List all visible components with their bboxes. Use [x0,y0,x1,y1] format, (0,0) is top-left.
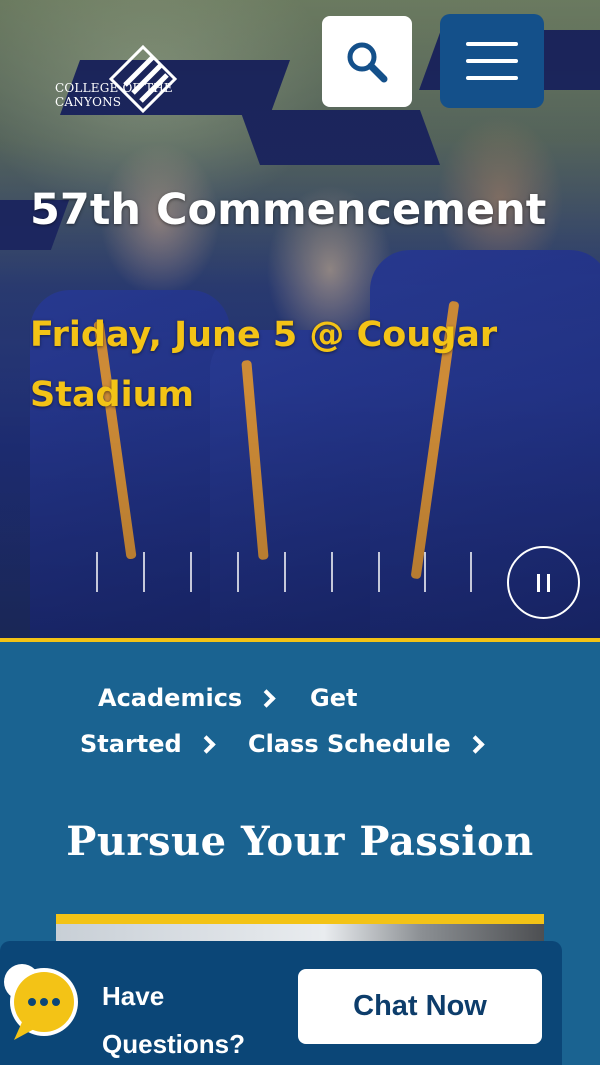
search-button[interactable] [322,16,412,107]
quick-link-academics[interactable]: Academics [98,684,276,712]
slideshow-pause-button[interactable] [507,546,580,619]
slide-indicator[interactable] [378,552,380,592]
chat-prompt: Have Questions? [102,972,245,1065]
hero-banner: COLLEGE OF THE CANYONS 57th Commencement… [0,0,600,640]
chevron-right-icon [197,734,216,754]
chat-bubble-svg [4,964,78,1040]
quick-link-label-line1: Get [310,684,358,712]
menu-button[interactable] [440,14,544,108]
slide-indicator[interactable] [424,552,426,592]
chat-prompt-line1: Have [102,981,165,1011]
hamburger-menu-icon-bar [466,76,518,80]
card-accent-bar [56,914,544,924]
hero-title[interactable]: 57th Commencement [30,180,570,240]
section-title: Pursue Your Passion [66,818,534,865]
college-logo-text: COLLEGE OF THE CANYONS [55,81,173,109]
quick-link-class-schedule[interactable]: Class Schedule [248,730,485,758]
hamburger-menu-icon [466,42,518,46]
pause-icon-bar [547,573,550,592]
slide-indicator[interactable] [237,552,239,592]
chevron-right-icon [257,688,276,708]
chat-bubble-icon[interactable] [0,960,82,1044]
slide-indicator[interactable] [284,552,286,592]
slide-indicator[interactable] [96,552,98,592]
chevron-right-icon [465,734,485,754]
quick-link-get-started-continued[interactable]: Started [80,730,216,758]
hamburger-menu-icon-bar [466,59,518,63]
slide-indicator[interactable] [190,552,192,592]
slide-indicator[interactable] [143,552,145,592]
chat-prompt-line2: Questions? [102,1029,246,1059]
quick-link-label-line2: Started [80,730,182,758]
slide-indicators [96,552,486,592]
hero-divider [0,638,600,642]
college-logo[interactable]: COLLEGE OF THE CANYONS [55,44,230,130]
slide-indicator[interactable] [331,552,333,592]
quick-link-get-started[interactable]: Get [310,684,357,712]
quick-link-label: Class Schedule [248,730,451,758]
slide-indicator[interactable] [470,552,472,592]
search-icon [347,42,388,82]
quick-link-label: Academics [98,684,243,712]
hero-subtitle: Friday, June 5 @ Cougar Stadium [30,315,498,415]
chat-now-button[interactable]: Chat Now [298,969,542,1044]
pause-icon [537,573,540,592]
